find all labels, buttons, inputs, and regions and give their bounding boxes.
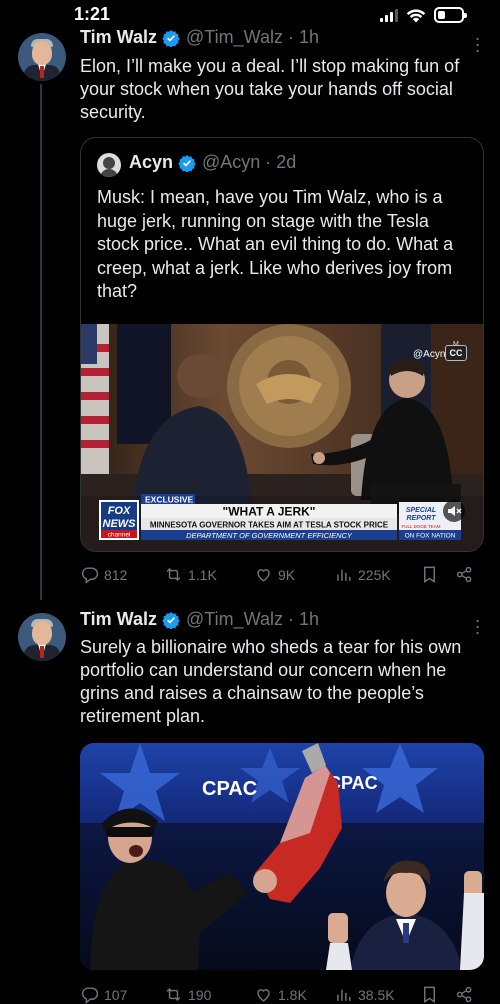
- quoted-video[interactable]: EXCLUSIVE "WHAT A JERK" MINNESOTA GOVERN…: [81, 324, 483, 551]
- verified-badge-icon: [178, 154, 196, 172]
- news-logo-text: NEWS: [103, 518, 137, 530]
- repost-count: 190: [188, 986, 212, 1003]
- quoted-header: Acyn @Acyn · 2d: [129, 152, 296, 173]
- more-options-icon[interactable]: · · ·: [474, 611, 481, 641]
- report-label: REPORT: [406, 515, 436, 522]
- chyron-headline: "WHAT A JERK": [223, 505, 316, 519]
- tweet-actions: 107 190 1.8K 38.5K: [80, 985, 484, 1004]
- fox-logo-text: FOX: [108, 505, 131, 517]
- on-fox-label: ON FOX NATION: [405, 533, 456, 540]
- avatar[interactable]: [18, 33, 66, 81]
- repost-icon: [166, 567, 181, 582]
- author-name[interactable]: Tim Walz: [80, 27, 157, 48]
- reply-button[interactable]: 107: [80, 985, 127, 1004]
- avatar[interactable]: [18, 613, 66, 661]
- banner-cpac-left: CPAC: [202, 778, 257, 800]
- quoted-tweet[interactable]: Acyn @Acyn · 2d Musk: I mean, have you T…: [80, 137, 484, 552]
- views-count: 38.5K: [358, 986, 395, 1003]
- like-count: 1.8K: [278, 986, 307, 1003]
- tweet-header: Tim Walz @Tim_Walz · 1h: [80, 609, 319, 630]
- reply-icon: [81, 987, 99, 1004]
- tweet-actions: 812 1.1K 9K 225K: [80, 565, 484, 589]
- mute-icon[interactable]: [443, 500, 465, 522]
- author-handle[interactable]: @Tim_Walz · 1h: [186, 609, 319, 630]
- reply-count: 812: [104, 566, 128, 583]
- tweet-text: Surely a billionaire who sheds a tear fo…: [80, 637, 462, 726]
- closed-captions-icon[interactable]: CC: [445, 345, 467, 361]
- more-options-icon[interactable]: · · ·: [474, 29, 481, 59]
- like-button[interactable]: 9K: [254, 565, 295, 584]
- verified-badge-icon: [162, 29, 180, 47]
- cpac-stage-photo: CPAC CPAC: [80, 743, 484, 970]
- quoted-text: Musk: I mean, have you Tim Walz, who is …: [97, 187, 454, 301]
- reply-icon: [81, 567, 99, 584]
- special-label: SPECIAL: [406, 507, 436, 514]
- quoted-avatar[interactable]: [97, 153, 121, 177]
- views-button[interactable]: 38.5K: [334, 985, 395, 1004]
- share-icon[interactable]: [455, 565, 474, 584]
- reply-count: 107: [104, 986, 128, 1003]
- repost-button[interactable]: 190: [164, 985, 211, 1004]
- views-count: 225K: [358, 566, 391, 583]
- repost-button[interactable]: 1.1K: [164, 565, 217, 584]
- chyron-tag: EXCLUSIVE: [145, 495, 194, 505]
- views-button[interactable]: 225K: [334, 565, 391, 584]
- chyron-subline-2: DEPARTMENT OF GOVERNMENT EFFICIENCY: [186, 531, 353, 540]
- video-frame: EXCLUSIVE "WHAT A JERK" MINNESOTA GOVERN…: [81, 324, 483, 551]
- author-name[interactable]: Tim Walz: [80, 609, 157, 630]
- tweet-text: Elon, I’ll make you a deal. I’ll stop ma…: [80, 56, 460, 122]
- views-icon: [337, 989, 351, 1001]
- video-watermark: @Acyn: [413, 349, 445, 360]
- tweet-header: Tim Walz @Tim_Walz · 1h: [80, 27, 319, 48]
- repost-icon: [166, 987, 181, 1002]
- reply-button[interactable]: 812: [80, 565, 127, 584]
- doge-label: FULL DOGE TEAM: [401, 524, 440, 529]
- views-icon: [337, 569, 351, 581]
- chyron-subline: MINNESOTA GOVERNOR TAKES AIM AT TESLA ST…: [150, 521, 389, 530]
- quoted-author-handle[interactable]: @Acyn · 2d: [202, 152, 296, 173]
- heart-icon: [257, 569, 270, 582]
- thread-line: [40, 84, 42, 600]
- bookmark-icon[interactable]: [420, 565, 439, 584]
- repost-count: 1.1K: [188, 566, 217, 583]
- author-handle[interactable]: @Tim_Walz · 1h: [186, 27, 319, 48]
- tweet-image[interactable]: CPAC CPAC: [80, 743, 484, 970]
- quoted-author-name[interactable]: Acyn: [129, 152, 173, 173]
- tweet[interactable]: Tim Walz @Tim_Walz · 1h · · · Elon, I’ll m…: [0, 0, 500, 600]
- bookmark-icon[interactable]: [420, 985, 439, 1004]
- channel-logo-text: channel: [108, 532, 131, 539]
- like-count: 9K: [278, 566, 296, 583]
- like-button[interactable]: 1.8K: [254, 985, 307, 1004]
- heart-icon: [257, 989, 270, 1002]
- share-icon[interactable]: [455, 985, 474, 1004]
- verified-badge-icon: [162, 611, 180, 629]
